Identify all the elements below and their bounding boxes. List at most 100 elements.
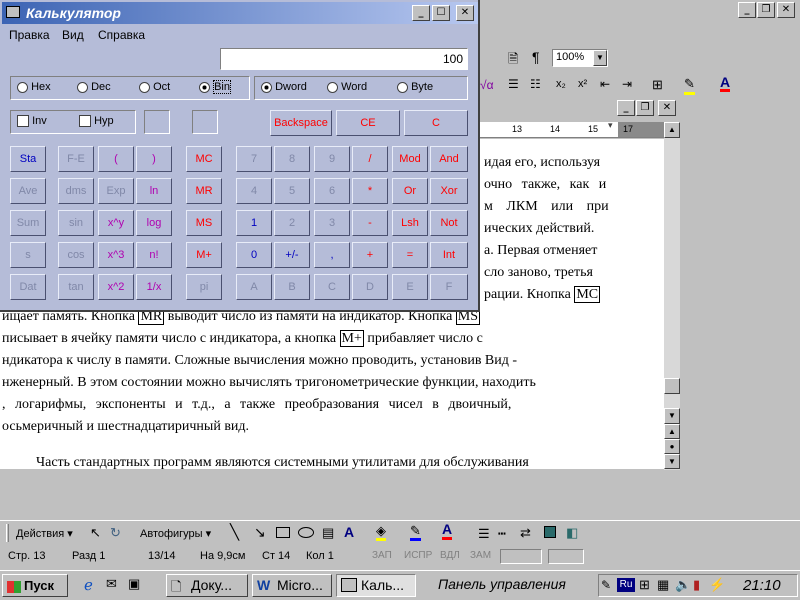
calc-close-button[interactable]: ✕	[456, 5, 474, 21]
bullets-icon[interactable]: ☷	[530, 77, 541, 91]
fill-color-icon[interactable]: ◈	[376, 523, 386, 541]
c-button[interactable]: C	[404, 110, 468, 136]
next-page-button[interactable]: ▼	[664, 454, 680, 469]
doc-restore-button[interactable]: ❐	[636, 100, 654, 116]
zoom-select[interactable]: 100% ▼	[552, 49, 608, 67]
3d-icon[interactable]: ◧	[566, 525, 578, 541]
calc-key[interactable]: 3	[314, 210, 350, 236]
calc-key[interactable]: MS	[186, 210, 222, 236]
calc-key[interactable]: pi	[186, 274, 222, 300]
line-icon[interactable]: ╲	[230, 523, 239, 541]
calc-key[interactable]: MR	[186, 178, 222, 204]
calc-key[interactable]: *	[352, 178, 388, 204]
network-icon[interactable]: ⊞	[639, 577, 650, 593]
calc-key[interactable]: Not	[430, 210, 468, 236]
free-rotate-icon[interactable]: ↻	[110, 525, 121, 541]
status-trk[interactable]: ИСПР	[404, 550, 432, 561]
scroll-down-button[interactable]: ▼	[664, 408, 680, 424]
task-document[interactable]: 🗋 Доку...	[166, 574, 248, 597]
word-close-button[interactable]: ✕	[777, 2, 795, 18]
actions-menu[interactable]: Действия ▾	[16, 527, 73, 540]
textbox-icon[interactable]: ▤	[322, 525, 334, 541]
calc-key[interactable]: sin	[58, 210, 94, 236]
radio-dword[interactable]: Dword	[261, 81, 307, 93]
calc-key[interactable]: Dat	[10, 274, 46, 300]
arrow-style-icon[interactable]: ⇄	[520, 525, 531, 541]
select-objects-icon[interactable]: ↖	[90, 525, 101, 541]
task-calculator[interactable]: Каль...	[336, 574, 416, 597]
calc-key[interactable]: -	[352, 210, 388, 236]
antivirus-icon[interactable]: ▮	[693, 577, 700, 593]
calc-key[interactable]: Mod	[392, 146, 428, 172]
calc-key[interactable]: 2	[274, 210, 310, 236]
task-word[interactable]: W Micro...	[252, 574, 332, 597]
doc-close-button[interactable]: ✕	[658, 100, 676, 116]
menu-help[interactable]: Справка	[98, 28, 145, 42]
calc-key[interactable]: +/-	[274, 242, 310, 268]
font-color-icon[interactable]: A	[720, 75, 731, 92]
calc-key[interactable]: F-E	[58, 146, 94, 172]
tray-icon[interactable]: ✎	[601, 578, 611, 592]
calc-key[interactable]: Sum	[10, 210, 46, 236]
calc-key[interactable]: M+	[186, 242, 222, 268]
menu-view[interactable]: Вид	[62, 28, 84, 42]
increase-indent-icon[interactable]: ⇥	[622, 77, 632, 91]
start-button[interactable]: Пуск	[2, 574, 68, 597]
calc-key[interactable]: tan	[58, 274, 94, 300]
checkbox-hyp[interactable]: Hyp	[79, 115, 114, 128]
menu-edit[interactable]: Правка	[9, 28, 50, 42]
calc-key[interactable]: ,	[314, 242, 350, 268]
checkbox-inv[interactable]: Inv	[17, 115, 47, 128]
prev-page-button[interactable]: ▲	[664, 424, 680, 439]
calc-key[interactable]: ln	[136, 178, 172, 204]
oval-icon[interactable]	[298, 527, 314, 538]
calc-key[interactable]: Int	[430, 242, 468, 268]
calc-key[interactable]: A	[236, 274, 272, 300]
calc-key[interactable]: 1/x	[136, 274, 172, 300]
control-panel-toolbar-label[interactable]: Панель управления	[438, 576, 566, 592]
decrease-indent-icon[interactable]: ⇤	[600, 77, 610, 91]
calc-key[interactable]: F	[430, 274, 468, 300]
calc-key[interactable]: +	[352, 242, 388, 268]
outlook-icon[interactable]: ✉	[106, 576, 117, 592]
calc-key[interactable]: )	[136, 146, 172, 172]
scroll-up-button[interactable]: ▲	[664, 122, 680, 138]
ruler-marker[interactable]: ▾	[608, 120, 613, 131]
calc-key[interactable]: 5	[274, 178, 310, 204]
radio-hex[interactable]: Hex	[17, 81, 51, 93]
border-icon[interactable]: ⊞	[652, 77, 663, 93]
subscript-icon[interactable]: x₂	[556, 78, 566, 90]
calc-key[interactable]: /	[352, 146, 388, 172]
radio-oct[interactable]: Oct	[139, 81, 170, 93]
calc-key[interactable]: log	[136, 210, 172, 236]
word-restore-button[interactable]: ❐	[757, 2, 775, 18]
calc-key[interactable]: s	[10, 242, 46, 268]
sqrt-icon[interactable]: √α	[480, 78, 494, 92]
calc-key[interactable]: cos	[58, 242, 94, 268]
shadow-icon[interactable]	[544, 526, 556, 538]
calc-key[interactable]: D	[352, 274, 388, 300]
preview-icon[interactable]: 🗎	[508, 50, 518, 72]
calc-key[interactable]: Or	[392, 178, 428, 204]
calc-key[interactable]: 8	[274, 146, 310, 172]
vertical-scrollbar[interactable]: ▲ ▼ ▲ ● ▼	[664, 122, 680, 470]
chevron-down-icon[interactable]: ▼	[593, 50, 607, 66]
language-indicator[interactable]: Ru	[617, 578, 635, 592]
calc-key[interactable]: 7	[236, 146, 272, 172]
line-color-icon[interactable]: ✎	[410, 523, 421, 541]
calc-key[interactable]: 4	[236, 178, 272, 204]
backspace-button[interactable]: Backspace	[270, 110, 332, 136]
calc-maximize-button[interactable]: ☐	[432, 5, 450, 21]
autoshapes-menu[interactable]: Автофигуры ▾	[140, 527, 211, 540]
calc-key[interactable]: Xor	[430, 178, 468, 204]
calc-key[interactable]: n!	[136, 242, 172, 268]
calc-key[interactable]: x^y	[98, 210, 134, 236]
status-ovr[interactable]: ЗАМ	[470, 550, 491, 561]
calc-key[interactable]: Sta	[10, 146, 46, 172]
scroll-thumb[interactable]	[664, 378, 680, 394]
calculator-titlebar[interactable]: Калькулятор _ ☐ ✕	[2, 2, 478, 24]
numbering-icon[interactable]: ☰	[508, 77, 519, 91]
calc-key[interactable]: 9	[314, 146, 350, 172]
calc-key[interactable]: Lsh	[392, 210, 428, 236]
calc-key[interactable]: 1	[236, 210, 272, 236]
